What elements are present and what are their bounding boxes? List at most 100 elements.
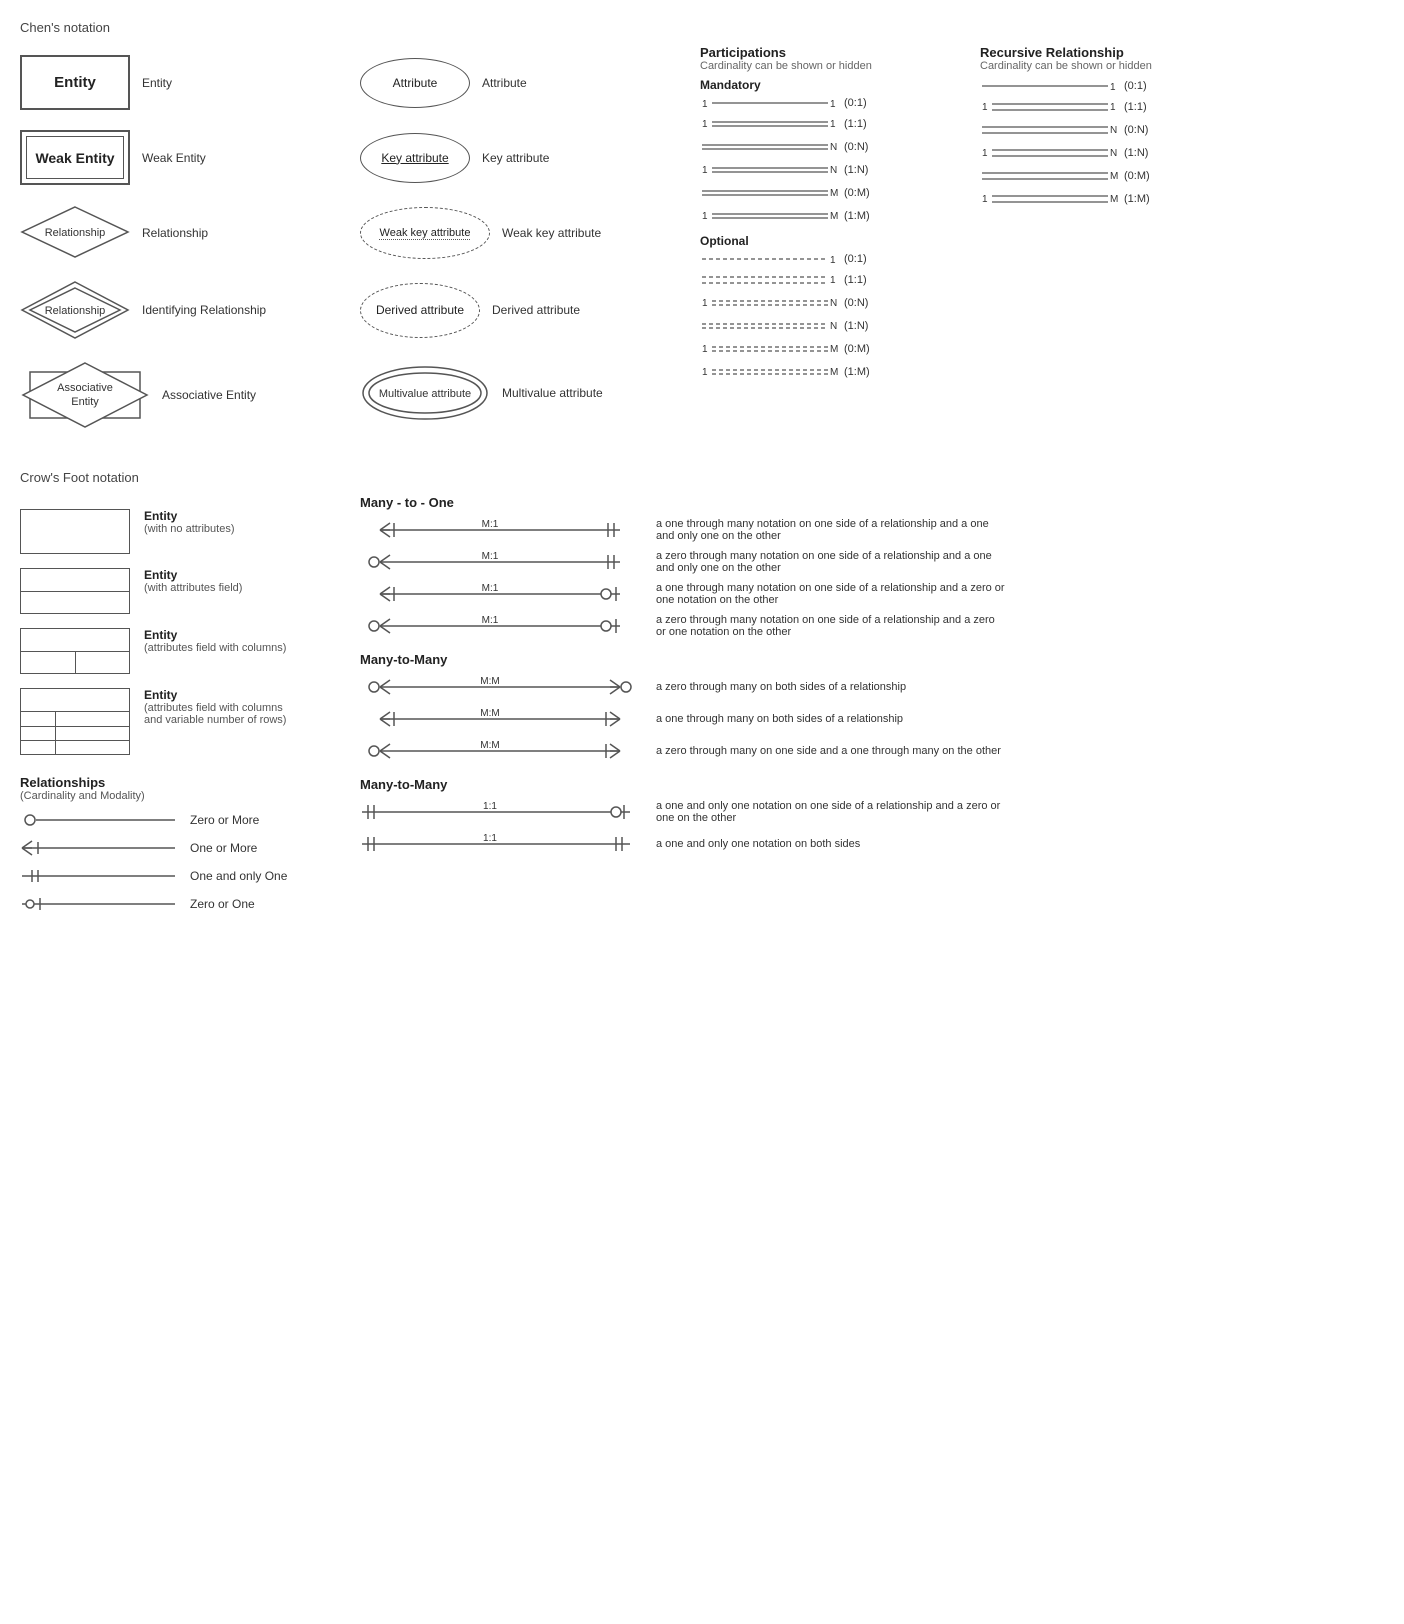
opt-line-5: 1 M <box>700 362 840 382</box>
crows-section: Crow's Foot notation Entity (with no att… <box>20 470 1384 922</box>
svg-text:Multivalue attribute: Multivalue attribute <box>379 388 471 400</box>
m1-diagram-1: M:1 <box>360 550 640 574</box>
m1-desc-2: a one through many notation on one side … <box>656 582 1006 606</box>
part-line-1: 1 1 <box>700 114 840 134</box>
opt-notation-2: (0:N) <box>844 297 868 309</box>
oneone-diagram-0: 1:1 <box>360 800 640 824</box>
mandatory-label: Mandatory <box>700 78 960 92</box>
mm-diagram-0: M:M <box>360 675 640 699</box>
many-to-many2-title: Many-to-Many <box>360 777 1384 792</box>
opt-line-4: 1 M <box>700 339 840 359</box>
svg-text:Relationship: Relationship <box>45 227 106 239</box>
svg-text:M: M <box>830 211 838 222</box>
svg-text:M: M <box>830 344 838 355</box>
identifying-relationship-shape: Relationship <box>20 280 130 340</box>
cf-entity-attr-sublabel: (with attributes field) <box>144 582 242 594</box>
svg-text:N: N <box>830 321 837 332</box>
participations-block: Participations Cardinality can be shown … <box>700 45 960 440</box>
identifying-relationship-label: Identifying Relationship <box>142 303 266 317</box>
svg-text:Associative: Associative <box>57 382 113 394</box>
svg-text:M:1: M:1 <box>482 615 499 626</box>
part-line-5: 1 M <box>700 206 840 226</box>
cf-entity-rows-label: Entity <box>144 688 294 702</box>
participations-title: Participations <box>700 45 960 60</box>
oneone-row-0: 1:1 a one and only one notation on one s… <box>360 800 1384 824</box>
cf-entity-cols-sublabel: (attributes field with columns) <box>144 642 286 654</box>
svg-text:1: 1 <box>702 165 708 176</box>
relationships-label: Relationships <box>20 775 330 790</box>
zero-one-label: Zero or One <box>190 897 255 911</box>
opt-row-4: 1 M (0:M) <box>700 339 960 359</box>
chens-section: Chen's notation Entity Entity Weak Entit… <box>20 20 1384 440</box>
cf-entity-simple-row: Entity (with no attributes) <box>20 509 330 554</box>
cf-entity-rows-label-block: Entity (attributes field with columns an… <box>144 688 294 726</box>
cf-entity-simple-label: Entity <box>144 509 234 523</box>
oneone-desc-0: a one and only one notation on one side … <box>656 800 1006 824</box>
many-to-one-title: Many - to - One <box>360 495 1384 510</box>
rec-row-0: 1 (0:1) <box>980 78 1240 94</box>
rec-line-5: 1 M <box>980 189 1120 209</box>
rec-notation-5: (1:M) <box>1124 193 1150 205</box>
svg-text:Entity: Entity <box>71 396 99 408</box>
derived-attr-inside: Derived attribute <box>376 303 464 317</box>
rec-notation-2: (0:N) <box>1124 124 1148 136</box>
many-to-many-title: Many-to-Many <box>360 652 1384 667</box>
part-row-4: M (0:M) <box>700 183 960 203</box>
attribute-inside: Attribute <box>393 76 438 90</box>
optional-label: Optional <box>700 234 960 248</box>
attribute-row: Attribute Attribute <box>360 45 700 120</box>
recursive-subtitle: Cardinality can be shown or hidden <box>980 60 1240 72</box>
svg-text:1:1: 1:1 <box>483 801 497 812</box>
part-line-4: M <box>700 183 840 203</box>
cf-entity-rows-shape <box>20 688 130 755</box>
part-line-2: N <box>700 137 840 157</box>
assoc-entity-shape: Associative Entity <box>20 360 150 430</box>
entity-label-inside: Entity <box>54 74 96 91</box>
rec-notation-0: (0:1) <box>1124 80 1147 92</box>
rec-row-1: 1 1 (1:1) <box>980 97 1240 117</box>
crows-right-col: Many - to - One M:1 <box>360 495 1384 922</box>
svg-text:1: 1 <box>702 211 708 222</box>
mm-desc-2: a zero through many on one side and a on… <box>656 745 1001 757</box>
rec-notation-1: (1:1) <box>1124 101 1147 113</box>
m1-row-1: M:1 a zero through many notation on one … <box>360 550 1384 574</box>
svg-text:M: M <box>1110 194 1118 205</box>
part-row-0: 1 1 (0:1) <box>700 95 960 111</box>
weak-key-attr-row: Weak key attribute Weak key attribute <box>360 195 700 270</box>
attribute-label: Attribute <box>482 76 602 90</box>
oneone-row-1: 1:1 a one and only one notation on both … <box>360 832 1384 856</box>
part-notation-4: (0:M) <box>844 187 870 199</box>
m1-diagram-3: M:1 <box>360 614 640 638</box>
multivalue-attr-shape: Multivalue attribute <box>360 365 490 420</box>
rec-notation-4: (0:M) <box>1124 170 1150 182</box>
recursive-title: Recursive Relationship <box>980 45 1240 60</box>
svg-text:1: 1 <box>702 344 708 355</box>
svg-text:1: 1 <box>830 119 836 130</box>
svg-text:N: N <box>1110 125 1117 136</box>
relationships-sublabel: (Cardinality and Modality) <box>20 790 330 802</box>
part-notation-0: (0:1) <box>844 97 867 109</box>
rel-one-only: One and only One <box>20 866 330 886</box>
cf-entity-cols-label-block: Entity (attributes field with columns) <box>144 628 286 654</box>
cf-entity-rows-row: Entity (attributes field with columns an… <box>20 688 330 755</box>
chens-attributes-col: Attribute Attribute Key attribute Key at… <box>360 45 700 440</box>
m1-desc-0: a one through many notation on one side … <box>656 518 1006 542</box>
part-row-5: 1 M (1:M) <box>700 206 960 226</box>
assoc-entity-row: Associative Entity Associative Entity <box>20 350 360 440</box>
cf-entity-attr-label-block: Entity (with attributes field) <box>144 568 242 594</box>
cf-entity-attr-label: Entity <box>144 568 242 582</box>
opt-line-1: 1 <box>700 270 840 290</box>
svg-text:Relationship: Relationship <box>45 305 106 317</box>
cf-entity-rows-sublabel: (attributes field with columns and varia… <box>144 702 294 726</box>
svg-text:M:1: M:1 <box>482 519 499 530</box>
opt-line-2: 1 N <box>700 293 840 313</box>
part-notation-3: (1:N) <box>844 164 868 176</box>
svg-text:M:M: M:M <box>480 676 499 687</box>
part-notation-1: (1:1) <box>844 118 867 130</box>
chens-entities-col: Entity Entity Weak Entity Weak Entity <box>20 45 360 440</box>
weak-key-attr-label: Weak key attribute <box>502 226 622 240</box>
participations-col: Participations Cardinality can be shown … <box>700 45 1384 440</box>
rec-notation-3: (1:N) <box>1124 147 1148 159</box>
m1-desc-1: a zero through many notation on one side… <box>656 550 1006 574</box>
rel-one-more: One or More <box>20 838 330 858</box>
